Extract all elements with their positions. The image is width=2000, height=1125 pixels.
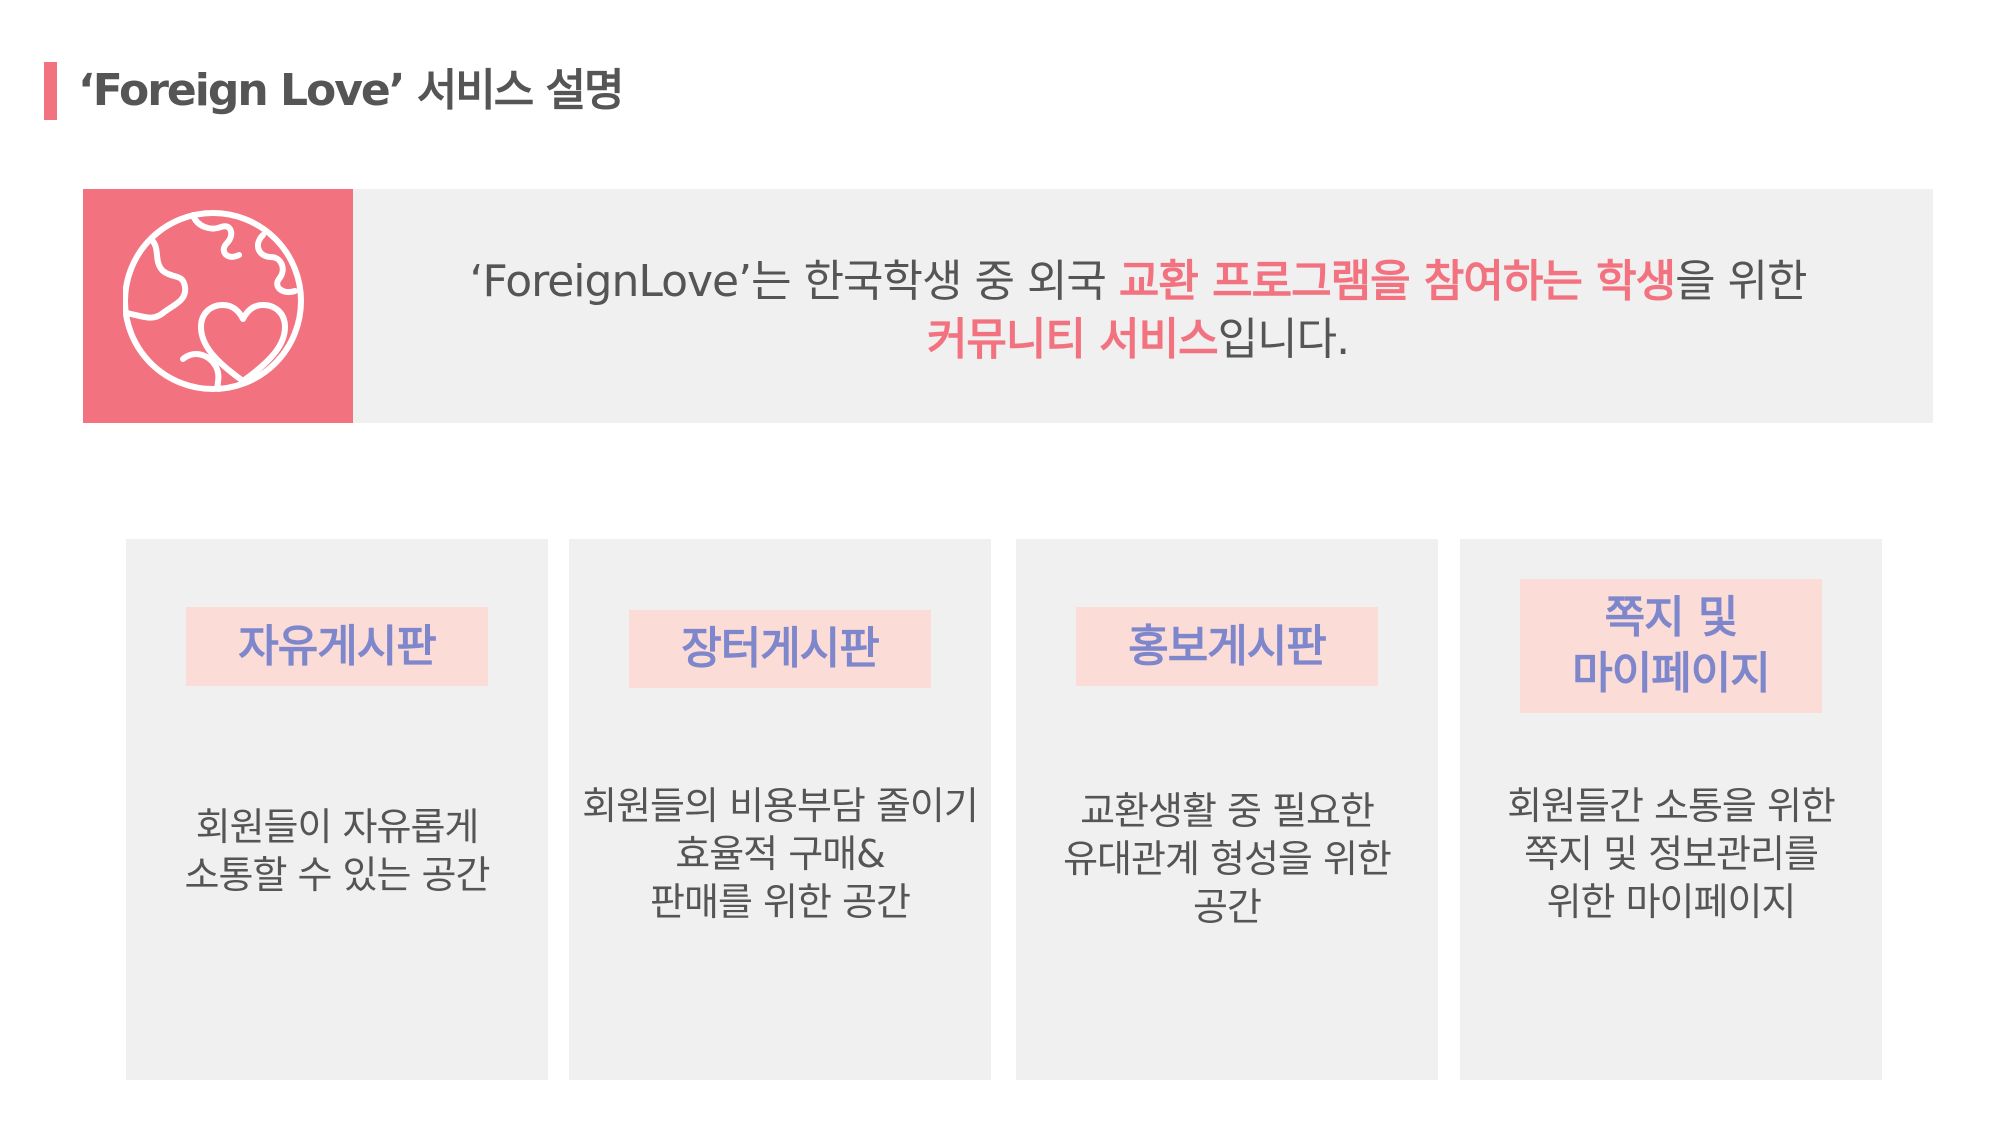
feature-card-message-mypage: 쪽지 및 마이페이지 회원들간 소통을 위한 쪽지 및 정보관리를 위한 마이페… — [1460, 539, 1882, 1080]
banner-highlight-target: 교환 프로그램을 참여하는 학생 — [1118, 256, 1676, 307]
card-description: 회원들간 소통을 위한 쪽지 및 정보관리를 위한 마이페이지 — [1507, 784, 1836, 924]
banner-text-part: 입니다. — [1217, 314, 1350, 365]
card-label: 쪽지 및 마이페이지 — [1520, 579, 1822, 713]
banner-text-part: ‘ForeignLove’는 한국학생 중 외국 — [469, 256, 1119, 307]
feature-card-free-board: 자유게시판 회원들이 자유롭게 소통할 수 있는 공간 — [126, 539, 548, 1080]
card-label: 장터게시판 — [629, 610, 931, 688]
page-title: ‘Foreign Love’ 서비스 설명 — [78, 65, 625, 116]
card-label: 자유게시판 — [186, 607, 488, 686]
banner-description: ‘ForeignLove’는 한국학생 중 외국 교환 프로그램을 참여하는 학… — [383, 253, 1893, 369]
card-description: 회원들의 비용부담 줄이기 효율적 구매& 판매를 위한 공간 — [582, 784, 979, 924]
intro-banner: ‘ForeignLove’는 한국학생 중 외국 교환 프로그램을 참여하는 학… — [83, 189, 1933, 423]
banner-text-part: 을 위한 — [1675, 256, 1807, 307]
banner-line-1: ‘ForeignLove’는 한국학생 중 외국 교환 프로그램을 참여하는 학… — [383, 253, 1893, 311]
card-description: 교환생활 중 필요한 유대관계 형성을 위한 공간 — [1063, 789, 1392, 929]
banner-icon-box — [83, 189, 353, 423]
banner-line-2: 커뮤니티 서비스입니다. — [383, 311, 1893, 369]
title-accent-bar — [44, 62, 57, 120]
feature-card-promo-board: 홍보게시판 교환생활 중 필요한 유대관계 형성을 위한 공간 — [1016, 539, 1438, 1080]
feature-card-market-board: 장터게시판 회원들의 비용부담 줄이기 효율적 구매& 판매를 위한 공간 — [569, 539, 991, 1080]
banner-highlight-service: 커뮤니티 서비스 — [926, 314, 1219, 365]
globe-heart-icon — [122, 209, 313, 403]
card-description: 회원들이 자유롭게 소통할 수 있는 공간 — [184, 805, 491, 897]
card-label: 홍보게시판 — [1076, 607, 1378, 686]
